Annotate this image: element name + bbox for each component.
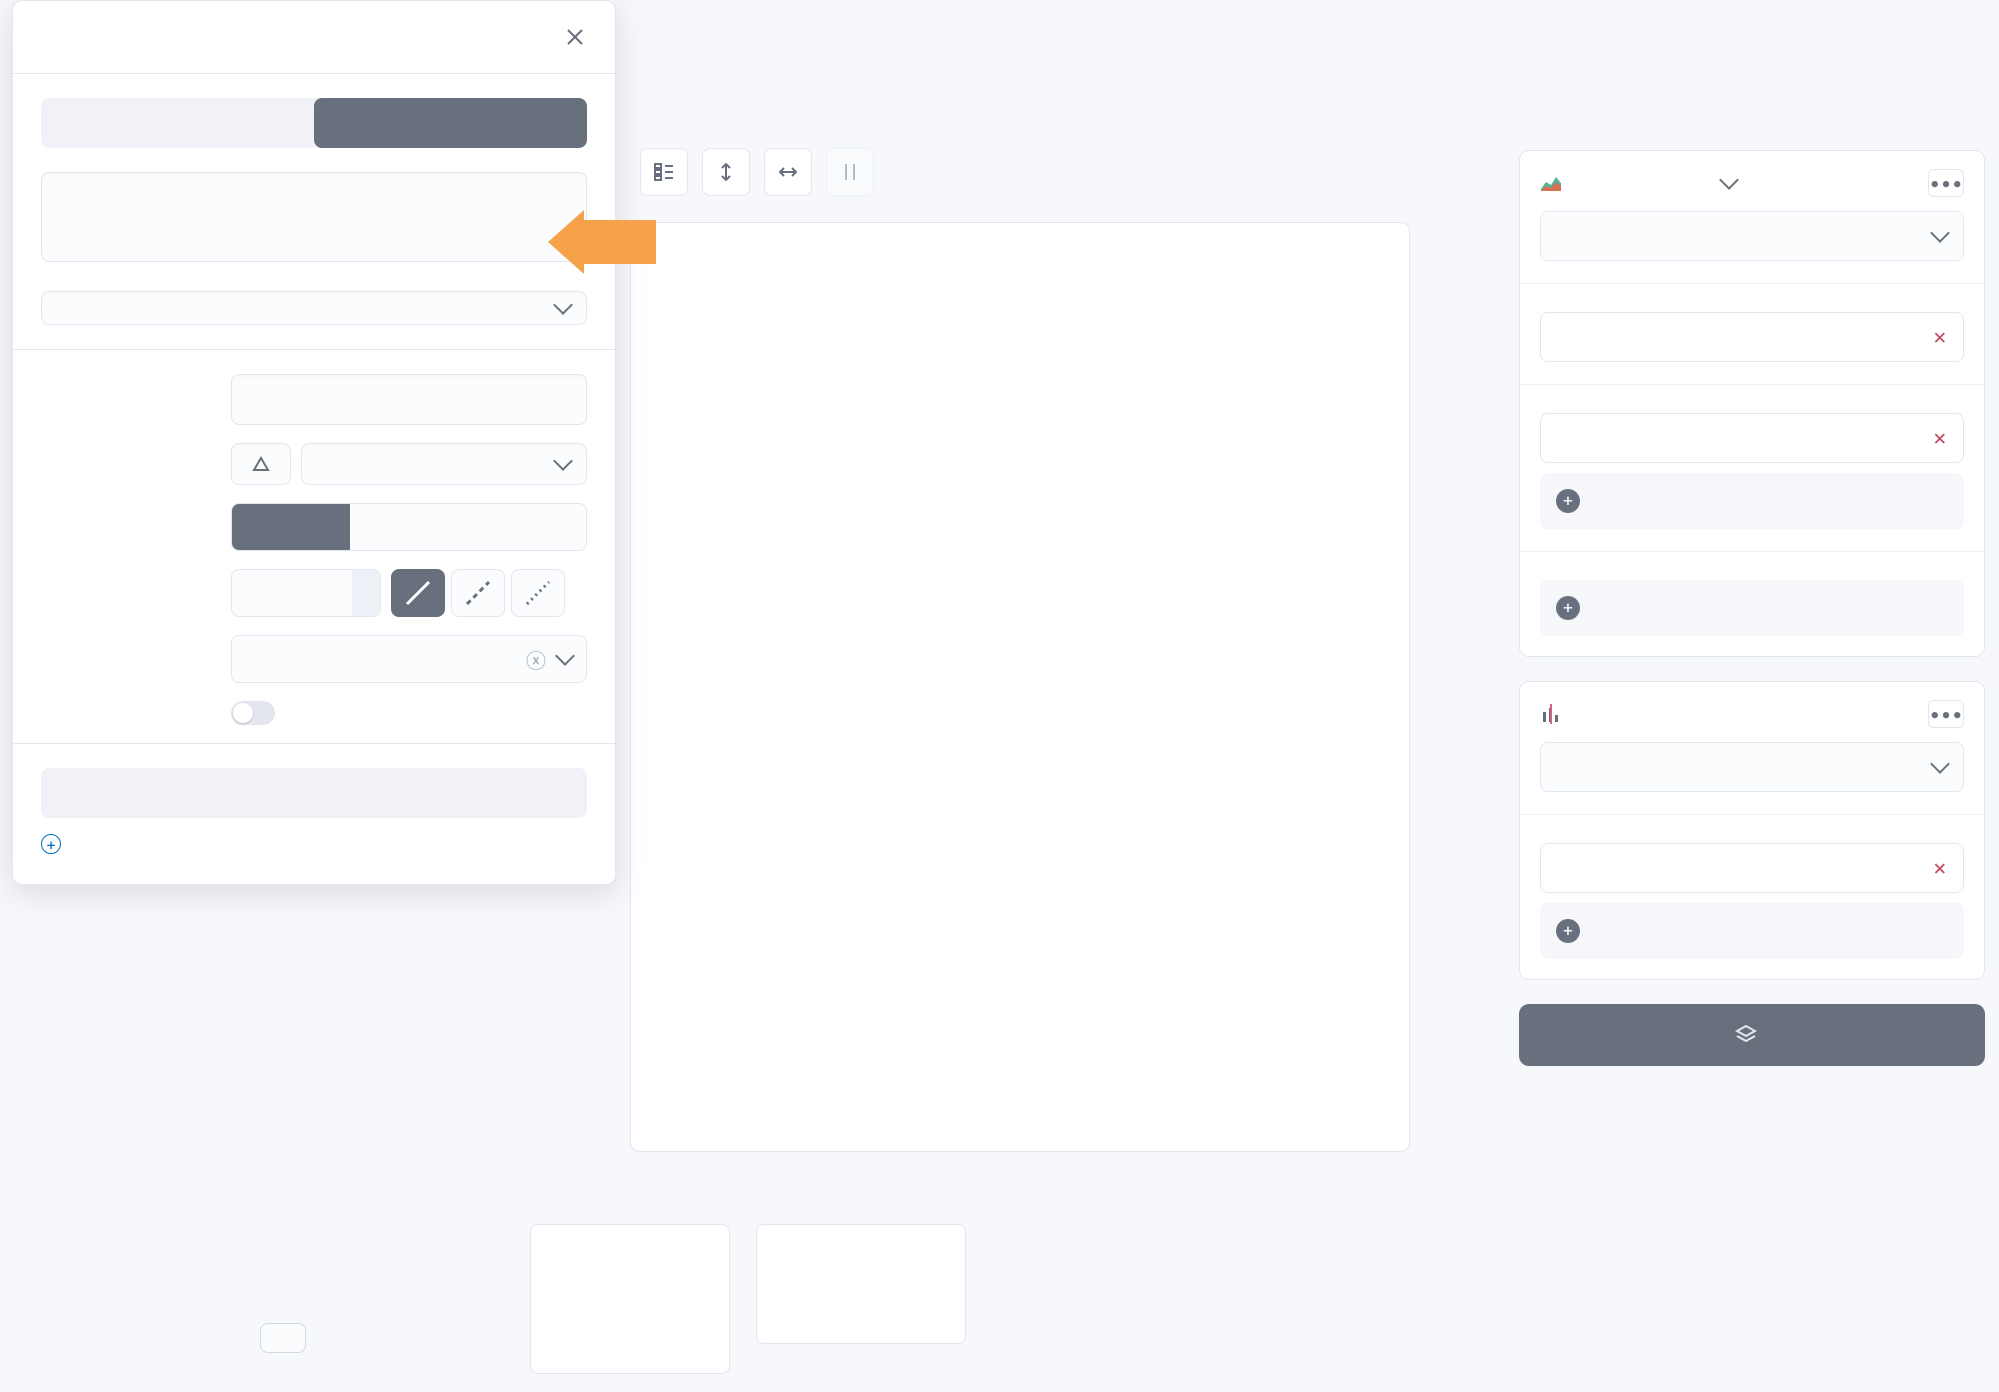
remove-icon[interactable]: ×: [1932, 425, 1947, 451]
add-annotation-dropzone[interactable]: +: [1540, 903, 1964, 959]
color-picker[interactable]: ⓧ: [231, 635, 587, 683]
layer-actions-button[interactable]: •••: [1928, 700, 1964, 728]
vertical-axis-field[interactable]: ×: [1540, 413, 1964, 463]
vertical-axis-dropzone[interactable]: +: [1540, 473, 1964, 529]
axis-disabled-icon: [839, 161, 861, 183]
axis-left-icon: [715, 161, 737, 183]
line-width-input[interactable]: [232, 570, 352, 616]
vis-index-select[interactable]: [1540, 211, 1964, 261]
close-icon: [565, 27, 585, 47]
annotations-index-select[interactable]: [1540, 742, 1964, 792]
add-field-link[interactable]: +: [41, 834, 587, 854]
close-button[interactable]: [563, 25, 587, 49]
toolbar-btn-split: [826, 148, 874, 196]
add-layer-button[interactable]: [1519, 1004, 1985, 1066]
toolbar-btn-axis-bottom[interactable]: [764, 148, 812, 196]
chevron-down-icon: [1930, 754, 1950, 774]
chevron-down-icon: [553, 295, 573, 315]
annotations-icon: [1540, 704, 1562, 724]
color-swatch: [246, 650, 264, 668]
icon-preview[interactable]: [231, 443, 291, 485]
layer-card-visualization: ••• ×: [1519, 150, 1985, 657]
chevron-down-icon: [1930, 223, 1950, 243]
chart-toolbar: [640, 148, 874, 196]
annotation-name-input[interactable]: [231, 374, 587, 425]
layers-icon: [1735, 1024, 1757, 1046]
hide-annotation-toggle[interactable]: [231, 701, 275, 725]
layer-card-annotations: ••• × +: [1519, 681, 1985, 980]
line-width-input-wrap: [231, 569, 381, 617]
plus-icon: +: [1556, 596, 1580, 620]
remove-icon[interactable]: ×: [1932, 324, 1947, 350]
plus-icon: +: [1556, 919, 1580, 943]
text-decoration-group[interactable]: [231, 503, 587, 551]
line-style-solid[interactable]: [391, 569, 445, 617]
text-deco-name[interactable]: [350, 504, 468, 550]
toolbar-btn-axis-left[interactable]: [702, 148, 750, 196]
plus-circle-icon: +: [41, 834, 61, 854]
annotation-query-input[interactable]: [41, 172, 587, 262]
plus-icon: +: [1556, 489, 1580, 513]
horizontal-axis-field[interactable]: ×: [1540, 312, 1964, 362]
tooltip-fields-empty[interactable]: [41, 768, 587, 818]
line-solid-icon: [403, 578, 433, 608]
text-deco-none[interactable]: [232, 504, 350, 550]
metric-card[interactable]: [756, 1224, 966, 1344]
chevron-down-icon: [555, 646, 575, 666]
line-dotted-icon: [523, 578, 553, 608]
placement-custom-query[interactable]: [314, 98, 587, 148]
text-deco-field[interactable]: [468, 504, 586, 550]
annotations-title: [1540, 704, 1572, 724]
axis-bottom-icon: [777, 161, 799, 183]
placement-type-toggle[interactable]: [41, 98, 587, 148]
annotation-field[interactable]: ×: [1540, 843, 1964, 893]
toolbar-btn-legend[interactable]: [640, 148, 688, 196]
current-visualization-button[interactable]: [260, 1323, 306, 1353]
vis-type-select[interactable]: [1540, 174, 1736, 192]
chart-canvas: [655, 251, 1385, 1103]
line-dashed-icon: [463, 578, 493, 608]
line-style-dotted[interactable]: [511, 569, 565, 617]
annotation-flyout: ⓧ +: [12, 0, 616, 885]
chevron-down-icon: [1719, 170, 1739, 190]
line-style-dashed[interactable]: [451, 569, 505, 617]
icon-decoration-select[interactable]: [301, 443, 587, 485]
right-panel: ••• ×: [1519, 150, 1985, 1066]
area-chart-icon: [1540, 174, 1562, 192]
triangle-icon: [252, 456, 270, 472]
breakdown-dropzone[interactable]: +: [1540, 580, 1964, 636]
target-date-field-select[interactable]: [41, 291, 587, 325]
layer-actions-button[interactable]: •••: [1928, 169, 1964, 197]
series-color-dot: [1557, 431, 1571, 445]
chart-card: [630, 222, 1410, 1152]
legend-icon: [653, 162, 675, 182]
mini-chart-card[interactable]: [530, 1224, 730, 1374]
sparkline-icon: [541, 1235, 719, 1363]
chevron-down-icon: [553, 451, 573, 471]
placement-static[interactable]: [41, 98, 314, 148]
clear-color-icon[interactable]: ⓧ: [526, 645, 546, 674]
remove-icon[interactable]: ×: [1932, 855, 1947, 881]
annotation-color-dot: [1557, 861, 1571, 875]
